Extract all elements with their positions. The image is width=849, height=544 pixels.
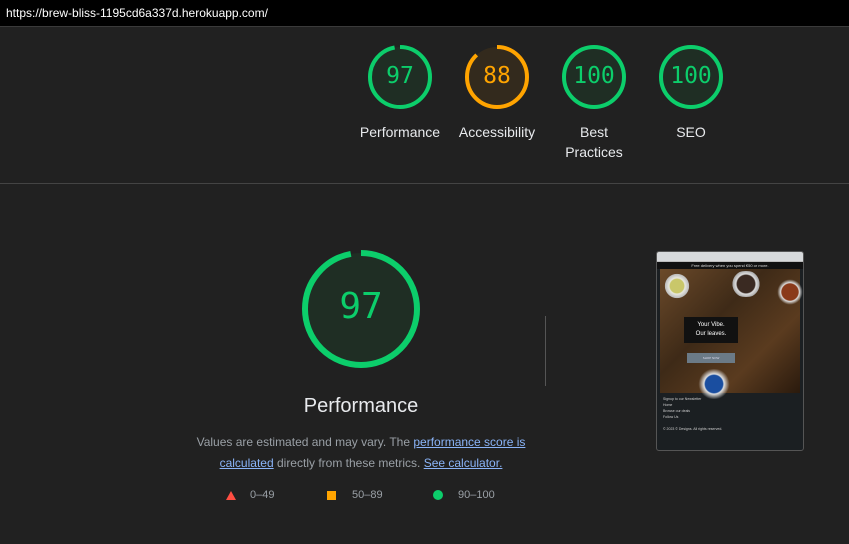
gauge-accessibility-score: 88	[483, 63, 511, 89]
hero-line-1: Your Vibe.	[697, 322, 725, 328]
gauge-accessibility[interactable]: 88 Accessibility	[447, 44, 547, 142]
gauge-best-practices[interactable]: 100 Best Practices	[544, 44, 644, 162]
category-gauges: 97 Performance 88 Accessibility 100 Best…	[350, 44, 750, 174]
gauge-performance-score: 97	[386, 63, 414, 89]
legend-average: 50–89	[327, 489, 383, 501]
legend-average-label: 50–89	[352, 489, 383, 502]
legend-pass-label: 90–100	[458, 489, 495, 502]
performance-title: Performance	[303, 395, 419, 417]
tea-cup-image	[776, 277, 803, 307]
gauge-best-practices-label: Best Practices	[565, 124, 623, 160]
thumbnail-navbar	[657, 252, 803, 262]
gauge-best-practices-score: 100	[573, 63, 615, 89]
gauge-accessibility-label: Accessibility	[458, 124, 536, 140]
thumbnail-shop-button: SHOP NOW	[687, 353, 735, 363]
desc-prefix: Values are estimated and may vary. The	[196, 435, 414, 449]
performance-score: 97	[339, 286, 383, 327]
final-screenshot-thumbnail[interactable]: Free delivery when you spend €50 or more…	[656, 251, 804, 451]
hero-line-2: Our leaves.	[695, 331, 727, 337]
url-bar: https://brew-bliss-1195cd6a337d.herokuap…	[0, 0, 849, 27]
thumbnail-banner: Free delivery when you spend €50 or more…	[657, 262, 803, 269]
performance-description: Values are estimated and may vary. The p…	[191, 432, 531, 474]
thumbnail-footer: Signup to our Newsletter Home Browse our…	[657, 393, 803, 435]
legend-pass: 90–100	[433, 489, 495, 501]
desc-mid: directly from these metrics.	[273, 456, 424, 470]
see-calculator-link[interactable]: See calculator.	[424, 456, 503, 470]
gauge-seo[interactable]: 100 SEO	[641, 44, 741, 142]
footer-line: Follow Us	[663, 415, 679, 419]
gauge-performance[interactable]: 97 Performance	[350, 44, 450, 142]
triangle-icon	[226, 490, 236, 500]
gauge-seo-score: 100	[670, 63, 712, 89]
legend-fail-label: 0–49	[250, 489, 275, 502]
tea-bowl-image	[728, 271, 764, 297]
thumbnail-hero-tagline: Your Vibe. Our leaves.	[684, 317, 738, 343]
thumbnail-hero: Your Vibe. Our leaves. SHOP NOW	[660, 269, 803, 399]
gauge-performance-label: Performance	[359, 124, 441, 140]
circle-icon	[433, 490, 443, 501]
vertical-separator	[545, 316, 546, 386]
legend-fail: 0–49	[226, 489, 274, 501]
gauge-seo-label: SEO	[676, 124, 706, 140]
section-divider	[0, 183, 849, 184]
tea-bowl-image	[694, 369, 734, 399]
tea-cup-image	[662, 273, 692, 299]
footer-line: © 2023 © Designs. All rights reserved.	[663, 427, 723, 431]
square-icon	[327, 490, 336, 500]
